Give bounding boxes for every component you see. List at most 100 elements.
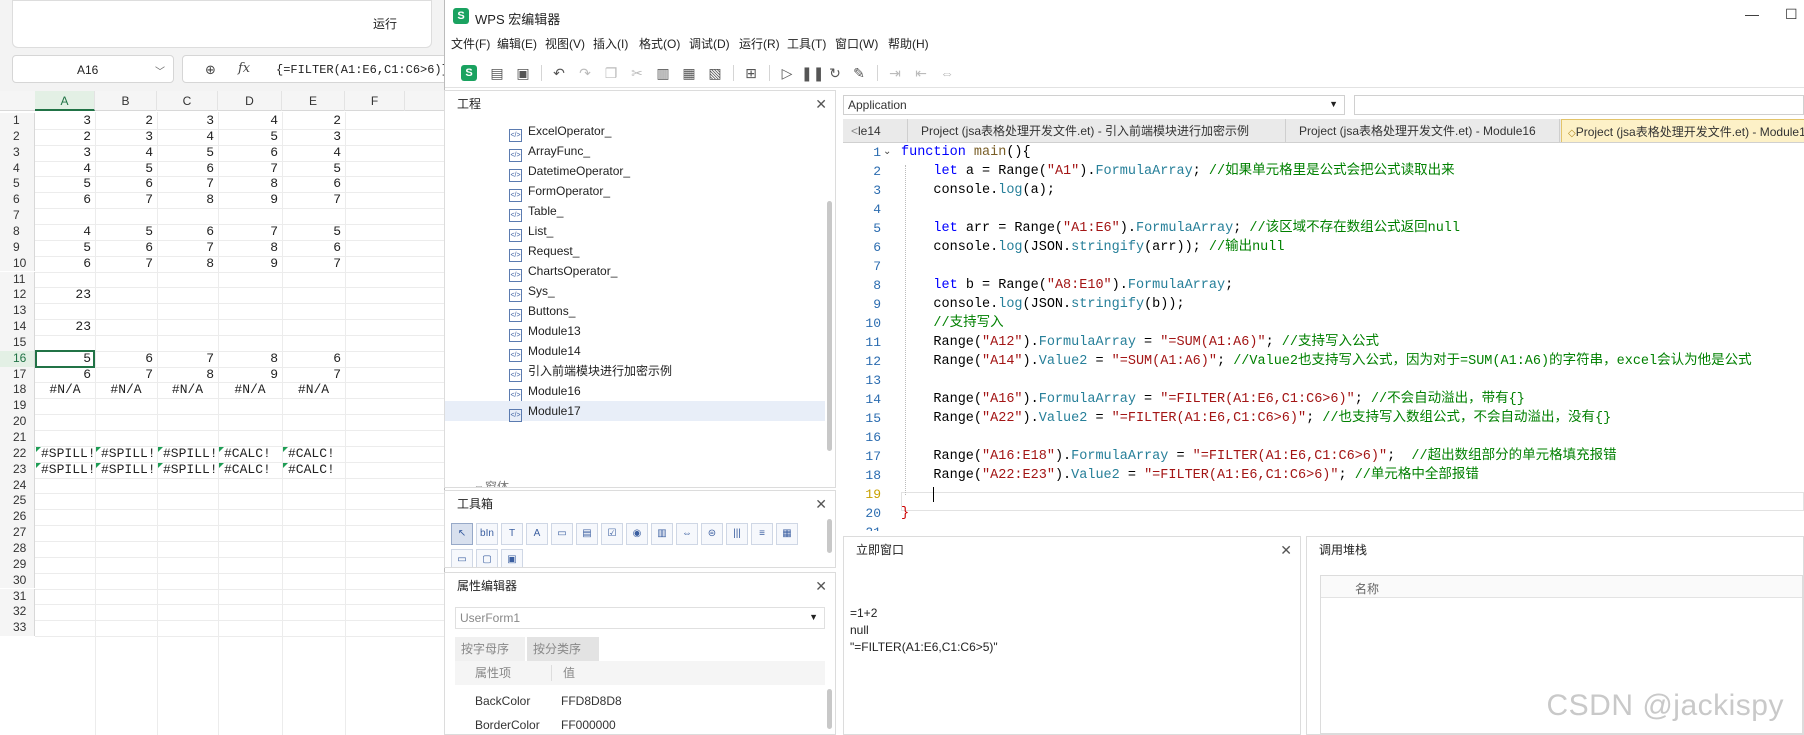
cell[interactable]: 4 bbox=[35, 161, 95, 177]
column-header[interactable]: A bbox=[35, 91, 95, 111]
row-header[interactable]: 16 bbox=[0, 350, 35, 367]
row-header[interactable]: 19 bbox=[0, 398, 35, 415]
cell[interactable]: #CALC! bbox=[218, 462, 282, 478]
formula-bar[interactable]: ⊕ fx {=FILTER(A1:E6,C1:C6>6)} bbox=[182, 55, 445, 83]
code-line[interactable]: function main(){ bbox=[901, 143, 1031, 162]
cell[interactable]: 5 bbox=[282, 224, 345, 240]
row-header[interactable]: 29 bbox=[0, 556, 35, 573]
cut-icon[interactable]: ✂ bbox=[627, 63, 647, 83]
menu-item[interactable]: 格式(O) bbox=[639, 35, 680, 52]
cell[interactable]: #CALC! bbox=[282, 446, 345, 462]
code-line[interactable]: } bbox=[901, 504, 909, 523]
cell[interactable]: 6 bbox=[157, 161, 218, 177]
tab-module14[interactable]: <le14 bbox=[843, 119, 908, 142]
frame-icon[interactable]: ▭ bbox=[551, 523, 573, 545]
cell[interactable]: 9 bbox=[218, 192, 282, 208]
cell[interactable]: #CALC! bbox=[218, 446, 282, 462]
cell[interactable]: 7 bbox=[95, 367, 157, 383]
menu-item[interactable]: 调试(D) bbox=[689, 35, 730, 52]
row-header[interactable]: 3 bbox=[0, 144, 35, 161]
cell[interactable]: 2 bbox=[35, 129, 95, 145]
code-line[interactable]: let a = Range("A1").FormulaArray; //如果单元… bbox=[901, 162, 1454, 181]
cell[interactable]: 6 bbox=[95, 240, 157, 256]
tree-item-module[interactable]: </> 引入前端模块进行加密示例 bbox=[509, 361, 672, 382]
cell[interactable]: 3 bbox=[35, 145, 95, 161]
tree-item-forms[interactable]: ▸ ▢ 窗体 bbox=[469, 477, 509, 487]
cell[interactable]: 3 bbox=[35, 113, 95, 129]
paste-icon[interactable]: ▥ bbox=[653, 63, 673, 83]
spin-icon[interactable]: ⊜ bbox=[701, 523, 723, 545]
row-header[interactable]: 5 bbox=[0, 176, 35, 193]
cell[interactable]: #N/A bbox=[282, 382, 345, 398]
close-icon[interactable]: ✕ bbox=[815, 491, 827, 517]
chevron-down-icon[interactable]: ﹀ bbox=[155, 63, 165, 78]
row-header[interactable]: 8 bbox=[0, 223, 35, 240]
radio-icon[interactable]: ◉ bbox=[626, 523, 648, 545]
cell[interactable]: #SPILL! bbox=[95, 462, 157, 478]
menu-item[interactable]: 视图(V) bbox=[545, 35, 585, 52]
row-header[interactable]: 27 bbox=[0, 525, 35, 541]
code-editor[interactable]: ⌄ 123456789101112131415161718192021 func… bbox=[843, 143, 1804, 531]
ribbon-run-label[interactable]: 运行 bbox=[373, 15, 397, 32]
cell[interactable]: 5 bbox=[95, 224, 157, 240]
row-header[interactable]: 20 bbox=[0, 414, 35, 430]
run-icon[interactable]: ▷ bbox=[777, 63, 797, 83]
cell[interactable]: 5 bbox=[95, 161, 157, 177]
tree-item-module[interactable]: </> Module14 bbox=[509, 341, 581, 362]
wps-script-icon[interactable]: S bbox=[461, 65, 477, 81]
code-line[interactable]: console.log(a); bbox=[901, 181, 1055, 200]
label-icon[interactable]: bIn bbox=[476, 523, 498, 545]
cell[interactable]: 8 bbox=[218, 351, 282, 367]
cell[interactable]: #N/A bbox=[157, 382, 218, 398]
property-value[interactable]: FFD8D8D8 bbox=[561, 689, 622, 713]
redo-icon[interactable]: ↷ bbox=[575, 63, 595, 83]
cell[interactable]: 4 bbox=[157, 129, 218, 145]
zoom-icon[interactable]: ⊕ bbox=[205, 62, 216, 78]
tabstrip-icon[interactable]: ||| bbox=[726, 523, 748, 545]
scrollbar[interactable] bbox=[827, 201, 832, 451]
code-line[interactable]: let arr = Range("A1:E6").FormulaArray; /… bbox=[901, 219, 1460, 238]
code-line[interactable]: Range("A16").FormulaArray = "=FILTER(A1:… bbox=[901, 390, 1524, 409]
code-line[interactable]: Range("A12").FormulaArray = "=SUM(A1:A6)… bbox=[901, 333, 1379, 352]
design-mode-icon[interactable]: ✎ bbox=[849, 63, 869, 83]
tree-item-module[interactable]: </> Request_ bbox=[509, 241, 579, 262]
cell[interactable]: 8 bbox=[157, 192, 218, 208]
copy-icon[interactable]: ❐ bbox=[601, 63, 621, 83]
cell[interactable]: 8 bbox=[157, 256, 218, 272]
tree-item-module[interactable]: </> Module16 bbox=[509, 381, 581, 402]
cell[interactable]: 7 bbox=[218, 224, 282, 240]
cell[interactable]: 7 bbox=[282, 367, 345, 383]
scrollbar-icon[interactable]: ⇔ bbox=[676, 523, 698, 545]
tab-module17[interactable]: ◇Project (jsa表格处理开发文件.et) - Module17 bbox=[1561, 119, 1804, 142]
cell[interactable]: 6 bbox=[95, 176, 157, 192]
image-icon[interactable]: ▢ bbox=[476, 549, 498, 567]
cell[interactable]: 3 bbox=[282, 129, 345, 145]
textfield-icon[interactable]: A bbox=[526, 523, 548, 545]
cell[interactable]: 9 bbox=[218, 256, 282, 272]
row-header[interactable]: 13 bbox=[0, 303, 35, 320]
cell[interactable]: 6 bbox=[282, 176, 345, 192]
tab-encryption-example[interactable]: Project (jsa表格处理开发文件.et) - 引入前端模块进行加密示例 bbox=[909, 119, 1286, 142]
row-header[interactable]: 21 bbox=[0, 430, 35, 446]
immediate-window[interactable]: 立即窗口 ✕ =1+2 null "=FILTER(A1:E6,C1:C6>5)… bbox=[843, 536, 1301, 735]
row-header[interactable]: 10 bbox=[0, 255, 35, 272]
cell[interactable]: 3 bbox=[157, 113, 218, 129]
cell[interactable]: 7 bbox=[157, 351, 218, 367]
code-line[interactable]: Range("A16:E18").FormulaArray = "=FILTER… bbox=[901, 447, 1616, 466]
toggle-icon[interactable]: ▥ bbox=[651, 523, 673, 545]
scrollbar[interactable] bbox=[827, 689, 832, 729]
cell[interactable]: #N/A bbox=[218, 382, 282, 398]
column-header[interactable]: D bbox=[218, 91, 282, 111]
cell[interactable]: 6 bbox=[95, 351, 157, 367]
pointer-icon[interactable]: ↖ bbox=[451, 523, 473, 545]
row-header[interactable]: 12 bbox=[0, 287, 35, 304]
code-line[interactable]: //支持写入 bbox=[901, 314, 1003, 333]
cell[interactable]: 23 bbox=[35, 319, 95, 335]
row-header[interactable]: 26 bbox=[0, 509, 35, 526]
cell[interactable]: 6 bbox=[35, 192, 95, 208]
row-header[interactable]: 14 bbox=[0, 319, 35, 335]
cell[interactable]: 4 bbox=[35, 224, 95, 240]
procedure-dropdown[interactable] bbox=[1354, 95, 1804, 115]
code-line[interactable]: console.log(JSON.stringify(b)); bbox=[901, 295, 1184, 314]
column-header[interactable]: E bbox=[282, 91, 345, 111]
